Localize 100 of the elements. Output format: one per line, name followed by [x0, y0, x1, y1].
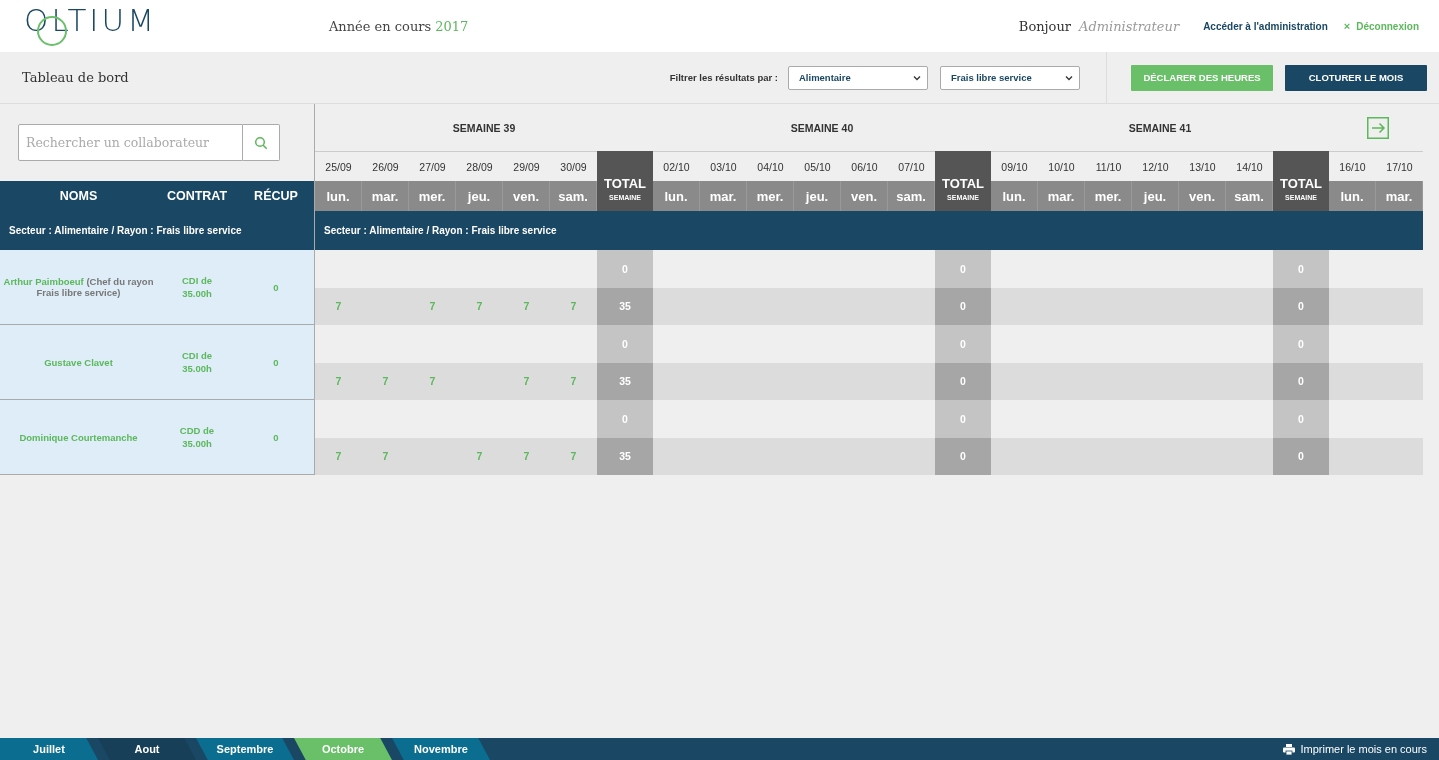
weekday-label: jeu.	[456, 181, 503, 211]
total-cell: 35	[597, 437, 653, 475]
total-cell: 0	[1273, 287, 1329, 325]
weekday-label: jeu.	[1132, 181, 1179, 211]
admin-link[interactable]: Accéder à l'administration	[1203, 20, 1328, 32]
week-title: SEMAINE 39	[452, 121, 516, 134]
hours-cell[interactable]: 7	[362, 362, 409, 400]
weekday-label: mar.	[1376, 181, 1423, 211]
hours-cell[interactable]: 7	[550, 437, 597, 475]
date-label: 11/10	[1095, 160, 1122, 173]
date-label: 10/10	[1048, 160, 1075, 173]
total-cell: 0	[935, 287, 991, 325]
weekday-label: mer.	[409, 181, 456, 211]
month-tab[interactable]: Novembre	[392, 738, 490, 760]
date-label: 14/10	[1236, 160, 1263, 173]
employee-name: Dominique Courtemanche	[18, 431, 139, 443]
close-icon: ×	[1343, 20, 1351, 32]
sector-label: Secteur : Alimentaire / Rayon : Frais libre service	[324, 225, 557, 236]
hours-cell[interactable]: 7	[503, 287, 550, 325]
employee-row[interactable]: Dominique Courtemanche CDD de 35.00h 0	[0, 400, 314, 475]
employee-row[interactable]: Gustave Clavet CDI de 35.00h 0	[0, 325, 314, 400]
weekday-label: lun.	[653, 181, 700, 211]
weekday-label: sam.	[888, 181, 935, 211]
date-label: 12/10	[1142, 160, 1169, 173]
total-cell: 0	[1273, 362, 1329, 400]
total-cell: 0	[597, 400, 653, 438]
employee-row[interactable]: Arthur Paimboeuf (Chef du rayon Frais libre service) CDI de 35.00h 0	[0, 250, 314, 325]
filter-label: Filtrer les résultats par :	[669, 72, 778, 83]
date-label: 04/10	[757, 160, 784, 173]
search-icon	[254, 135, 268, 150]
month-tab[interactable]: Septembre	[196, 738, 294, 760]
contract-text: CDI de 35.00h	[180, 349, 214, 375]
total-cell: 0	[935, 325, 991, 363]
employee-name: Arthur Paimboeuf (Chef du rayon Frais libre service)	[2, 276, 155, 298]
date-label: 09/10	[1001, 160, 1028, 173]
hours-cell[interactable]: 7	[503, 362, 550, 400]
hours-cell[interactable]: 7	[456, 437, 503, 475]
declare-hours-button[interactable]: DÉCLARER DES HEURES	[1131, 64, 1273, 91]
chevron-down-icon	[1065, 74, 1073, 81]
date-label: 30/09	[560, 160, 587, 173]
weekday-label: lun.	[991, 181, 1038, 211]
arrow-right-icon[interactable]	[1367, 116, 1389, 139]
recup-value: 0	[272, 431, 280, 443]
total-cell: 0	[935, 437, 991, 475]
weekday-label: ven.	[841, 181, 888, 211]
hours-cell[interactable]: 7	[315, 287, 362, 325]
hours-cell[interactable]: 7	[315, 437, 362, 475]
weekday-label: lun.	[1329, 181, 1376, 211]
date-label: 03/10	[710, 160, 737, 173]
current-year: Année en cours 2017	[328, 18, 469, 34]
filter-dropdown[interactable]: Frais libre service	[940, 65, 1080, 90]
weekday-label: mar.	[362, 181, 409, 211]
date-label: 06/10	[851, 160, 878, 173]
month-tab[interactable]: Aout	[98, 738, 196, 760]
recup-value: 0	[272, 281, 280, 293]
weekday-label: mar.	[700, 181, 747, 211]
date-label: 26/09	[372, 160, 399, 173]
date-label: 25/09	[325, 160, 352, 173]
hours-cell[interactable]: 7	[550, 362, 597, 400]
hours-cell[interactable]: 7	[315, 362, 362, 400]
weekday-label: ven.	[1179, 181, 1226, 211]
weekday-label: mer.	[1085, 181, 1132, 211]
user-name: Administrateur	[1079, 18, 1180, 34]
weekday-label: sam.	[550, 181, 597, 211]
column-header: CONTRAT	[165, 189, 229, 203]
total-cell: 0	[1273, 437, 1329, 475]
weekday-label: mar.	[1038, 181, 1085, 211]
print-link[interactable]: Imprimer le mois en cours	[1283, 738, 1439, 760]
close-month-button[interactable]: CLOTURER LE MOIS	[1285, 64, 1427, 91]
hours-cell[interactable]: 7	[550, 287, 597, 325]
logout-link[interactable]: Déconnexion	[1356, 20, 1419, 32]
greeting: Bonjour	[1018, 18, 1072, 34]
month-tab[interactable]: Juillet	[0, 738, 98, 760]
hours-cell[interactable]: 7	[456, 287, 503, 325]
date-label: 02/10	[663, 160, 690, 173]
recup-value: 0	[272, 356, 280, 368]
printer-icon	[1283, 743, 1296, 755]
hours-cell[interactable]: 7	[362, 437, 409, 475]
employee-name: Gustave Clavet	[43, 356, 114, 368]
month-tab[interactable]: Octobre	[294, 738, 392, 760]
weekday-label: mer.	[747, 181, 794, 211]
contract-text: CDD de 35.00h	[178, 424, 216, 450]
date-label: 29/09	[513, 160, 540, 173]
search-field[interactable]: Rechercher un collaborateur	[18, 124, 243, 161]
filter-dropdown[interactable]: Alimentaire	[788, 65, 928, 90]
weekday-label: lun.	[315, 181, 362, 211]
date-label: 05/10	[804, 160, 831, 173]
sector-label: Secteur : Alimentaire / Rayon : Frais libre service	[9, 225, 242, 236]
hours-cell[interactable]: 7	[409, 287, 456, 325]
week-title: SEMAINE 41	[1128, 121, 1192, 134]
total-cell: 0	[935, 250, 991, 288]
hours-cell[interactable]: 7	[409, 362, 456, 400]
contract-text: CDI de 35.00h	[180, 274, 214, 300]
total-cell: 0	[935, 400, 991, 438]
date-label: 13/10	[1189, 160, 1216, 173]
date-label: 17/10	[1386, 160, 1413, 173]
total-cell: 0	[597, 250, 653, 288]
search-button[interactable]	[243, 124, 280, 161]
date-label: 28/09	[466, 160, 493, 173]
hours-cell[interactable]: 7	[503, 437, 550, 475]
